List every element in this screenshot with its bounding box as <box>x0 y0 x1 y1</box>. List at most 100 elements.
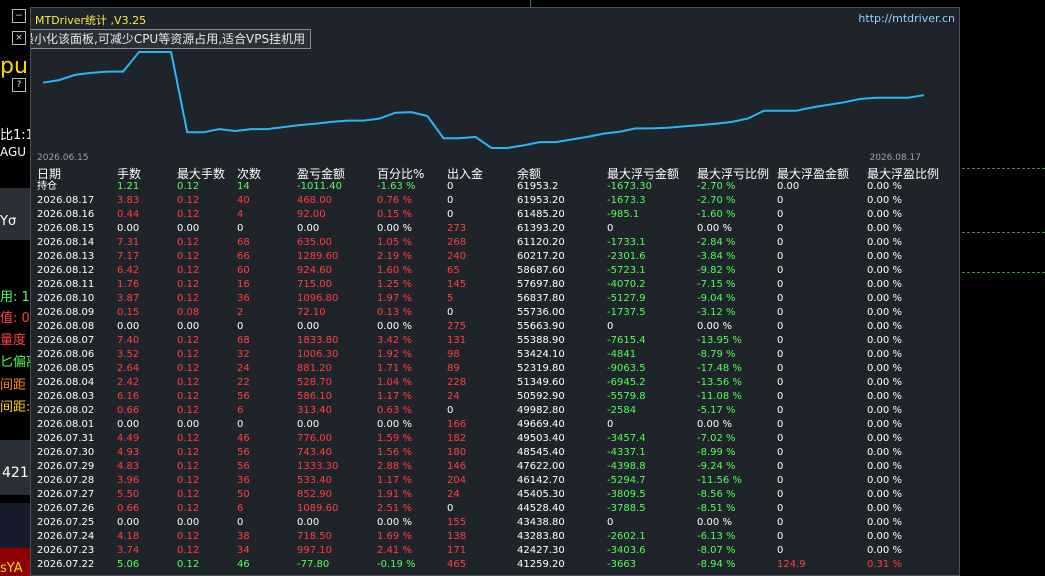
table-cell: 56 <box>237 447 250 458</box>
table-cell: 228 <box>447 377 467 388</box>
table-cell: 2 <box>237 307 244 318</box>
table-cell: 0.00 % <box>867 209 902 220</box>
table-cell: 0 <box>237 419 244 430</box>
table-cell: 0.00 % <box>867 349 902 360</box>
table-cell: 2.42 <box>117 377 140 388</box>
table-cell: 528.70 <box>297 377 332 388</box>
table-cell: 0.00 <box>117 321 140 332</box>
table-cell: 0.12 <box>177 251 200 262</box>
table-cell: -17.48 % <box>697 363 742 374</box>
table-cell: 6 <box>237 405 244 416</box>
table-cell: 166 <box>447 419 467 430</box>
table-cell: 0.00 <box>117 419 140 430</box>
table-cell: 0 <box>777 419 784 430</box>
table-cell: 7.31 <box>117 237 140 248</box>
table-cell: 0.00 % <box>867 475 902 486</box>
table-cell: 3.87 <box>117 293 140 304</box>
table-cell: 0 <box>447 209 454 220</box>
table-cell: 0.12 <box>177 181 200 192</box>
table-cell: 0 <box>777 405 784 416</box>
close-button[interactable]: × <box>12 31 26 45</box>
table-cell: 7.40 <box>117 335 140 346</box>
table-cell: 5.50 <box>117 489 140 500</box>
table-cell: 0.12 <box>177 209 200 220</box>
background-chart-label: pu <box>0 54 28 79</box>
table-cell: 51349.60 <box>517 377 565 388</box>
table-cell: 146 <box>447 461 467 472</box>
table-cell: -6.13 % <box>697 531 736 542</box>
table-cell: 0 <box>777 489 784 500</box>
table-cell: -8.94 % <box>697 559 736 570</box>
chart-x-end-label: 2026.08.17 <box>869 153 921 163</box>
table-cell: 44528.40 <box>517 503 565 514</box>
table-cell: 48545.40 <box>517 447 565 458</box>
table-cell: 45405.30 <box>517 489 565 500</box>
table-cell: 2026.07.31 <box>37 433 95 444</box>
table-cell: 0 <box>447 405 454 416</box>
table-cell: 124.9 <box>777 559 806 570</box>
table-cell: -1.60 % <box>697 209 736 220</box>
table-cell: 46 <box>237 433 250 444</box>
table-cell: 1289.60 <box>297 251 339 262</box>
table-cell: 2.41 % <box>377 545 412 556</box>
table-cell: 0 <box>777 335 784 346</box>
balance-series-line <box>42 51 925 149</box>
table-cell: 58687.60 <box>517 265 565 276</box>
table-cell: -7.02 % <box>697 433 736 444</box>
table-cell: 0 <box>777 503 784 514</box>
background-chart-label: AGU <box>0 145 27 159</box>
minimize-button[interactable]: − <box>12 9 26 23</box>
table-cell: 3.52 <box>117 349 140 360</box>
table-cell: 0.00 <box>177 419 200 430</box>
table-cell: 0.76 % <box>377 195 412 206</box>
table-cell: 0.00 % <box>867 321 902 332</box>
table-cell: -4398.8 <box>607 461 646 472</box>
table-cell: -8.07 % <box>697 545 736 556</box>
table-cell: 0.12 <box>177 293 200 304</box>
background-dashed-line <box>962 168 1045 169</box>
table-cell: 0.00 <box>297 517 320 528</box>
table-cell: 533.40 <box>297 475 332 486</box>
table-cell: 273 <box>447 223 467 234</box>
table-cell: 2026.08.12 <box>37 265 95 276</box>
balance-line-chart <box>42 51 925 149</box>
table-cell: 2026.07.29 <box>37 461 95 472</box>
table-cell: 2026.07.26 <box>37 503 95 514</box>
table-cell: 268 <box>447 237 467 248</box>
table-cell: 468.00 <box>297 195 332 206</box>
table-cell: 1.56 % <box>377 447 412 458</box>
table-cell: 65 <box>447 265 460 276</box>
table-cell: -13.56 % <box>697 377 742 388</box>
table-cell: 0.00 % <box>867 461 902 472</box>
table-cell: 3.96 <box>117 475 140 486</box>
table-cell: 2026.07.27 <box>37 489 95 500</box>
table-cell: 0 <box>607 419 614 430</box>
table-cell: 0.12 <box>177 237 200 248</box>
table-cell: -9063.5 <box>607 363 646 374</box>
website-link[interactable]: http://mtdriver.cn <box>858 12 955 25</box>
table-cell: -9.24 % <box>697 461 736 472</box>
table-cell: 0.13 % <box>377 307 412 318</box>
table-cell: 0.12 <box>177 405 200 416</box>
table-cell: 0.44 <box>117 209 140 220</box>
table-cell: -2.70 % <box>697 195 736 206</box>
table-cell: -1673.30 <box>607 181 652 192</box>
table-cell: 49982.80 <box>517 405 565 416</box>
table-cell: 56 <box>237 391 250 402</box>
table-cell: 1.25 % <box>377 279 412 290</box>
table-cell: 61393.20 <box>517 223 565 234</box>
table-cell: 1333.30 <box>297 461 339 472</box>
table-cell: -2602.1 <box>607 531 646 542</box>
table-cell: 0.12 <box>177 559 200 570</box>
table-cell: -8.79 % <box>697 349 736 360</box>
table-cell: 0.00 % <box>867 391 902 402</box>
table-cell: 0.66 <box>117 405 140 416</box>
help-button[interactable]: ? <box>12 78 26 92</box>
table-cell: 0 <box>447 181 454 192</box>
background-chart-label: 量度 <box>0 333 27 348</box>
table-cell: -7615.4 <box>607 335 646 346</box>
table-cell: -11.08 % <box>697 391 742 402</box>
table-cell: 3.42 % <box>377 335 412 346</box>
table-cell: 1.97 % <box>377 293 412 304</box>
table-cell: 40 <box>237 195 250 206</box>
